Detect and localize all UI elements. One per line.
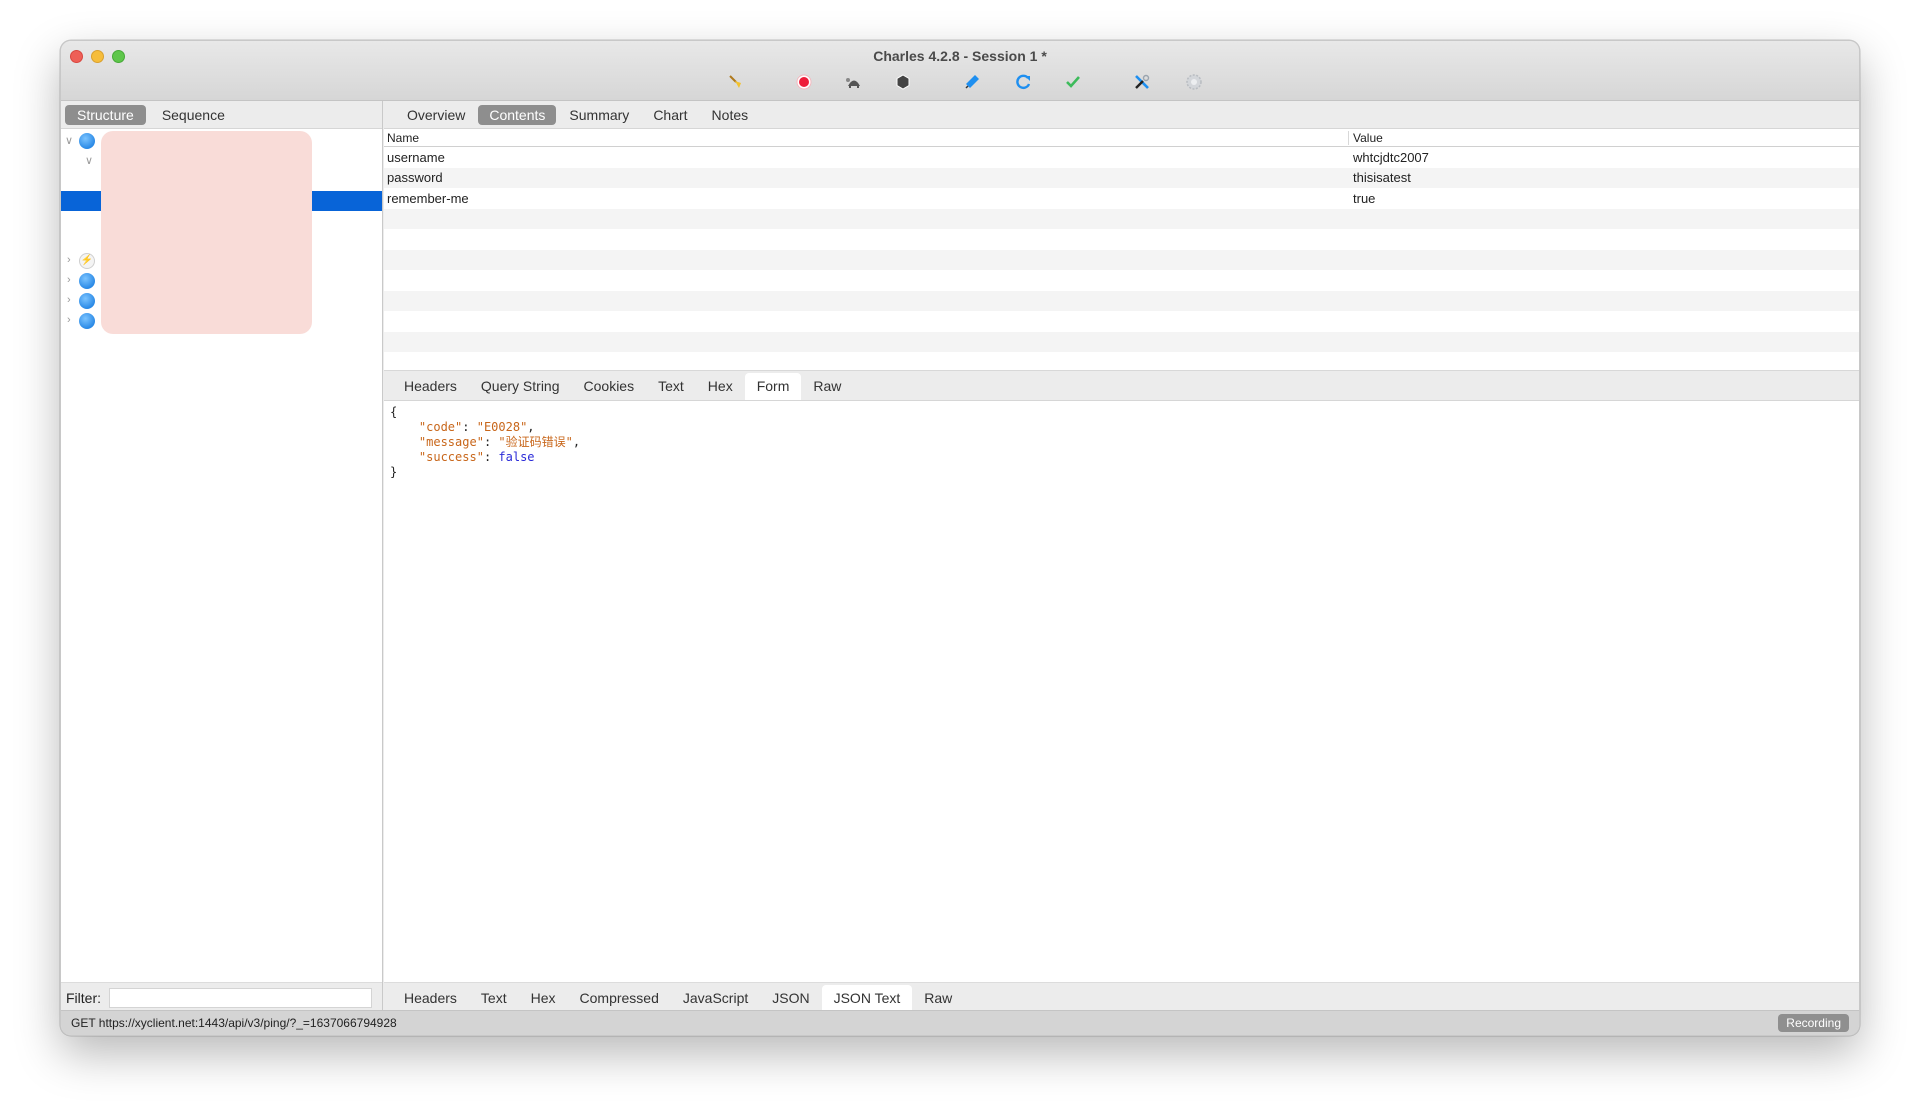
param-name: password <box>387 170 443 186</box>
globe-icon <box>79 313 95 329</box>
empty-row <box>384 311 1859 332</box>
host-tree: ∨ ∨ › ⚡ › › › <box>61 129 382 969</box>
request-view-tabs: Headers Query String Cookies Text Hex Fo… <box>384 371 1859 401</box>
tab-chart[interactable]: Chart <box>642 105 698 125</box>
toolbar <box>61 70 1859 94</box>
globe-icon <box>79 273 95 289</box>
param-value: true <box>1353 190 1376 206</box>
tab-json[interactable]: JSON <box>760 985 821 1012</box>
tab-form[interactable]: Form <box>744 373 802 400</box>
tab-contents[interactable]: Contents <box>478 104 557 125</box>
filter-bar: Filter: <box>61 982 382 1012</box>
tab-request-text[interactable]: Text <box>646 373 696 400</box>
param-value: thisisatest <box>1353 170 1411 186</box>
tab-overview[interactable]: Overview <box>396 105 476 125</box>
tab-request-raw[interactable]: Raw <box>801 373 853 400</box>
json-open-brace: { <box>390 405 398 419</box>
json-comma: , <box>572 435 581 449</box>
settings-gear-icon[interactable] <box>1182 70 1206 94</box>
filter-input[interactable] <box>109 987 372 1008</box>
tab-response-headers[interactable]: Headers <box>392 985 469 1012</box>
param-name: username <box>387 149 445 165</box>
window-title: Charles 4.2.8 - Session 1 * <box>873 48 1047 64</box>
json-string-value: "验证码错误" <box>498 435 573 449</box>
filter-label: Filter: <box>66 989 101 1006</box>
form-table-header: Name Value <box>384 129 1859 147</box>
record-icon[interactable] <box>792 70 816 94</box>
tab-structure[interactable]: Structure <box>65 104 146 125</box>
tab-json-text[interactable]: JSON Text <box>821 985 913 1012</box>
pen-compose-icon[interactable] <box>960 70 984 94</box>
empty-row <box>384 270 1859 291</box>
globe-icon <box>79 133 95 149</box>
chevron-right-icon[interactable]: › <box>67 294 71 306</box>
empty-row <box>384 352 1859 370</box>
bolt-icon: ⚡ <box>79 253 95 269</box>
empty-row <box>384 290 1859 311</box>
status-bar: GET https://xyclient.net:1443/api/v3/pin… <box>61 1010 1859 1035</box>
json-entry: "code": "E0028", <box>418 420 535 434</box>
view-mode-tabs: Structure Sequence <box>61 101 382 129</box>
repeat-icon[interactable] <box>1011 70 1035 94</box>
json-key: "message" <box>418 435 484 449</box>
tab-query-string[interactable]: Query String <box>469 373 572 400</box>
chevron-down-icon[interactable]: ∨ <box>85 154 93 167</box>
tab-javascript[interactable]: JavaScript <box>671 985 760 1012</box>
tools-icon[interactable] <box>1130 70 1154 94</box>
json-bool-value: false <box>498 450 535 464</box>
tab-notes[interactable]: Notes <box>701 105 760 125</box>
tab-response-raw[interactable]: Raw <box>912 985 964 1012</box>
chevron-right-icon[interactable]: › <box>67 254 71 266</box>
recording-status-button[interactable]: Recording <box>1778 1014 1849 1032</box>
column-header-value[interactable]: Value <box>1348 130 1859 145</box>
tab-response-hex[interactable]: Hex <box>519 985 568 1012</box>
chevron-right-icon[interactable]: › <box>67 274 71 286</box>
json-comma: , <box>527 420 535 434</box>
json-key: "success" <box>418 450 484 464</box>
table-row[interactable]: username whtcjdtc2007 <box>384 147 1859 168</box>
empty-row <box>384 331 1859 352</box>
title-bar: Charles 4.2.8 - Session 1 * <box>61 41 1859 101</box>
form-table: username whtcjdtc2007 password thisisate… <box>384 147 1859 371</box>
response-view-tabs: Headers Text Hex Compressed JavaScript J… <box>384 982 1859 1012</box>
charles-window: Charles 4.2.8 - Session 1 * Structure Se… <box>60 40 1860 1036</box>
chevron-right-icon[interactable]: › <box>67 314 71 326</box>
structure-pane: Structure Sequence ∨ ∨ › ⚡ › › › Filter: <box>61 101 383 1012</box>
redaction-overlay <box>101 131 312 334</box>
json-entry: "message": "验证码错误", <box>418 435 581 449</box>
empty-row <box>384 249 1859 270</box>
param-name: remember-me <box>387 190 469 206</box>
tab-summary[interactable]: Summary <box>558 105 640 125</box>
json-entry: "success": false <box>418 450 535 464</box>
json-string-value: "E0028" <box>476 420 528 434</box>
json-close-brace: } <box>390 465 398 479</box>
response-json-view[interactable]: { "code": "E0028", "message": "验证码错误", "… <box>384 401 1859 974</box>
detail-pane: Overview Contents Summary Chart Notes Na… <box>384 101 1859 1012</box>
tab-compressed[interactable]: Compressed <box>568 985 671 1012</box>
param-value: whtcjdtc2007 <box>1353 149 1429 165</box>
detail-tabs: Overview Contents Summary Chart Notes <box>384 101 1859 129</box>
tab-sequence[interactable]: Sequence <box>150 105 237 125</box>
tab-response-text[interactable]: Text <box>469 985 519 1012</box>
status-request-url: GET https://xyclient.net:1443/api/v3/pin… <box>71 1016 397 1030</box>
json-key: "code" <box>418 420 463 434</box>
broom-icon[interactable] <box>724 70 748 94</box>
validate-check-icon[interactable] <box>1061 70 1085 94</box>
tab-request-headers[interactable]: Headers <box>392 373 469 400</box>
table-row[interactable]: remember-me true <box>384 188 1859 209</box>
tab-cookies[interactable]: Cookies <box>572 373 647 400</box>
empty-row <box>384 229 1859 250</box>
globe-icon <box>79 293 95 309</box>
column-header-name[interactable]: Name <box>384 131 1348 145</box>
turtle-throttle-icon[interactable] <box>842 70 866 94</box>
chevron-down-icon[interactable]: ∨ <box>65 134 73 147</box>
empty-row <box>384 208 1859 229</box>
tab-request-hex[interactable]: Hex <box>696 373 745 400</box>
breakpoint-hexagon-icon[interactable] <box>891 70 915 94</box>
table-row[interactable]: password thisisatest <box>384 167 1859 188</box>
